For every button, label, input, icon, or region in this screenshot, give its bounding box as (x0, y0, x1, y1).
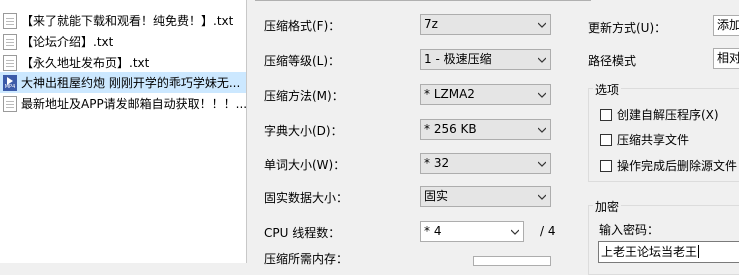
list-item-selected[interactable]: MP4 大神出租屋约炮 刚刚开学的乖巧学妹无... (0, 72, 246, 93)
chevron-down-icon (511, 229, 519, 235)
options-group-title: 选项 (593, 81, 622, 98)
memory-label: 压缩所需内存： (264, 252, 349, 266)
file-name: 【来了就能下载和观看！纯免费！】.txt (21, 14, 234, 28)
dict-label: 字典大小(D)： (264, 124, 343, 138)
path-mode-label: 路径模式 (588, 54, 637, 68)
chevron-down-icon (538, 161, 546, 167)
dict-select[interactable]: * 256 KB (420, 119, 551, 140)
format-select[interactable]: 7z (420, 14, 551, 35)
list-item[interactable]: 【论坛介绍】.txt (0, 31, 246, 52)
delete-source-checkbox-row[interactable]: 操作完成后删除源文件 (600, 157, 737, 174)
cpu-label: CPU 线程数： (264, 226, 341, 240)
word-label: 单词大小(W)： (264, 158, 346, 172)
shared-files-checkbox[interactable] (600, 133, 612, 146)
compression-dialog: 压缩格式(F)： 7z 压缩等级(L)： 1 - 极速压缩 压缩方法(M)： *… (247, 0, 739, 275)
delete-source-checkbox[interactable] (600, 159, 612, 172)
encryption-group-title: 加密 (593, 198, 622, 215)
text-file-icon (3, 33, 17, 50)
encryption-group (588, 205, 739, 275)
sfx-checkbox-label: 创建自解压程序(X) (617, 108, 719, 122)
solid-select[interactable]: 固实 (420, 186, 551, 207)
text-cursor (698, 245, 700, 258)
file-name: 【论坛介绍】.txt (21, 35, 114, 49)
text-file-icon (3, 12, 17, 29)
method-label: 压缩方法(M)： (264, 89, 344, 103)
delete-source-checkbox-label: 操作完成后删除源文件 (617, 159, 738, 173)
list-item[interactable]: 【永久地址发布页】.txt (0, 52, 246, 73)
shared-files-checkbox-label: 压缩共享文件 (617, 133, 690, 147)
solid-label: 固实数据大小： (264, 191, 349, 205)
memory-value (473, 256, 551, 266)
password-label: 输入密码： (599, 223, 660, 237)
path-mode-select[interactable]: 相对 (713, 48, 739, 69)
chevron-down-icon (538, 92, 546, 98)
sfx-checkbox[interactable] (600, 108, 612, 121)
text-file-icon (3, 54, 17, 71)
chevron-down-icon (538, 57, 546, 63)
list-item[interactable]: 最新地址及APP请发邮箱自动获取！！！... (0, 93, 246, 114)
chevron-down-icon (538, 22, 546, 28)
method-select[interactable]: * LZMA2 (420, 84, 551, 105)
format-label: 压缩格式(F)： (264, 19, 341, 33)
sfx-checkbox-row[interactable]: 创建自解压程序(X) (600, 106, 719, 123)
update-mode-select[interactable]: 添加 (713, 15, 739, 36)
file-list: 【来了就能下载和观看！纯免费！】.txt 【论坛介绍】.txt 【永久地址发布页… (0, 0, 247, 263)
level-select[interactable]: 1 - 极速压缩 (420, 49, 551, 70)
shared-files-checkbox-row[interactable]: 压缩共享文件 (600, 131, 689, 148)
file-name: 【永久地址发布页】.txt (21, 56, 150, 70)
cpu-max: / 4 (540, 224, 556, 238)
list-item[interactable]: 【来了就能下载和观看！纯免费！】.txt (0, 10, 246, 31)
chevron-down-icon (538, 194, 546, 200)
update-mode-label: 更新方式(U)： (588, 21, 667, 35)
file-name: 最新地址及APP请发邮箱自动获取！！！... (21, 97, 246, 111)
word-select[interactable]: * 32 (420, 153, 551, 174)
text-file-icon (3, 95, 17, 112)
mp4-file-icon: MP4 (3, 74, 17, 91)
password-input[interactable]: 上老王论坛当老王 (598, 241, 739, 263)
divider (255, 0, 591, 1)
level-label: 压缩等级(L)： (264, 54, 341, 68)
file-name: 大神出租屋约炮 刚刚开学的乖巧学妹无... (21, 76, 241, 90)
chevron-down-icon (538, 127, 546, 133)
cpu-select[interactable]: * 4 (420, 221, 524, 242)
